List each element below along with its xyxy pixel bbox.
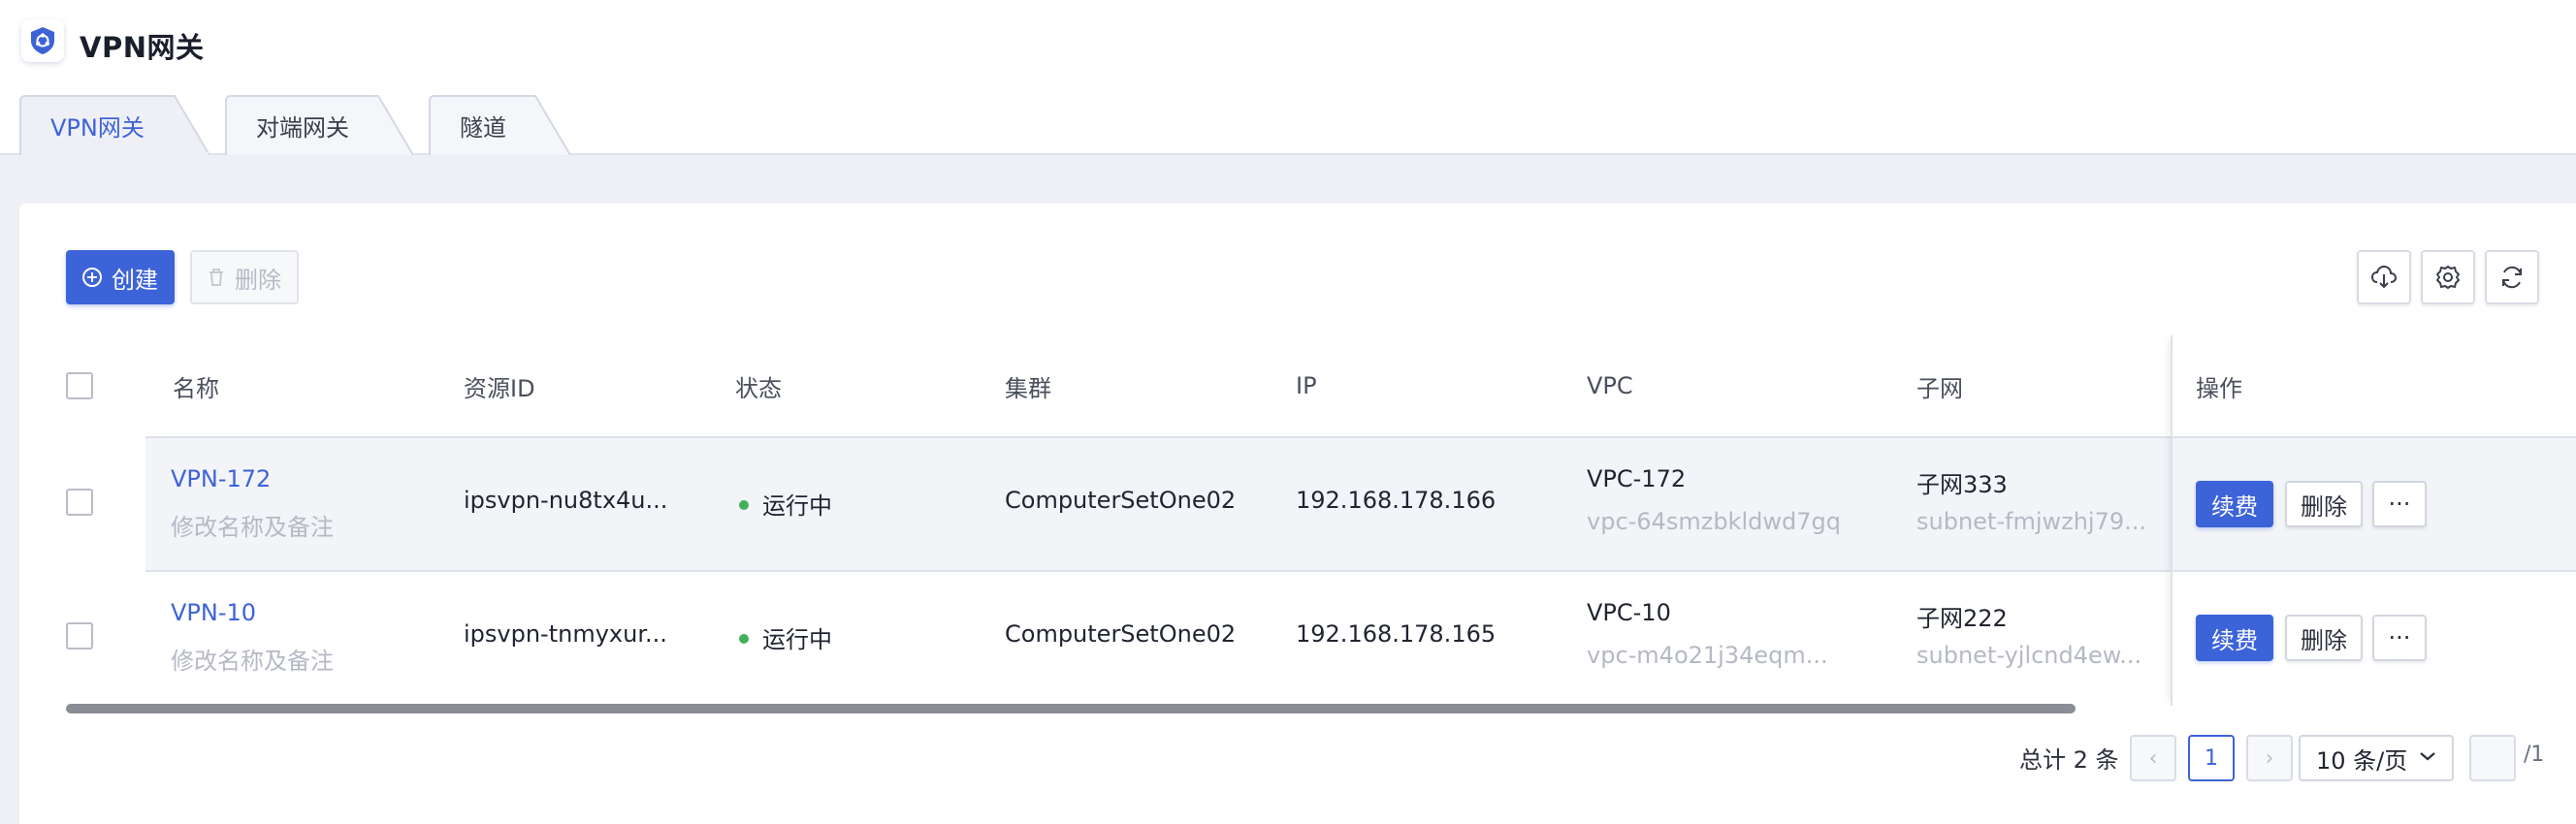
ip-address: 192.168.178.166	[1296, 487, 1497, 514]
vpc-name: VPC-10	[1587, 599, 1671, 626]
vpn-shield-logo-icon	[21, 19, 64, 62]
next-page-button[interactable]: ›	[2246, 735, 2293, 781]
column-header-ip: IP	[1296, 372, 1317, 399]
plus-circle-icon	[82, 268, 102, 287]
subnet-id: subnet-fmjwzhj79...	[1916, 508, 2147, 535]
create-button-label: 创建	[112, 266, 158, 294]
gear-icon	[2436, 266, 2460, 289]
edit-name-remark-link[interactable]: 修改名称及备注	[171, 508, 334, 542]
cloud-download-icon	[2370, 265, 2398, 289]
subnet-name: 子网333	[1916, 471, 2008, 498]
chevron-down-icon	[2420, 752, 2435, 761]
delete-button-disabled[interactable]: 删除	[190, 250, 299, 304]
vpc-name: VPC-172	[1587, 465, 1687, 492]
page-size-select[interactable]: 10 条/页	[2299, 735, 2454, 781]
page-size-value: 10 条/页	[2316, 746, 2408, 775]
subnet-name: 子网222	[1916, 605, 2008, 632]
page-title: VPN网关	[80, 31, 205, 64]
column-header-subnet: 子网	[1916, 374, 1963, 402]
refresh-button[interactable]	[2485, 250, 2539, 304]
actions-column: 续费 删除 ··· 续费 删除 ···	[2171, 335, 2576, 706]
refresh-icon	[2502, 266, 2522, 289]
horizontal-scrollbar[interactable]	[66, 704, 2076, 713]
resource-id: ipsvpn-nu8tx4u...	[464, 487, 668, 514]
gateway-name-link[interactable]: VPN-172	[171, 465, 271, 492]
column-header-status: 状态	[735, 374, 782, 402]
edit-name-remark-link[interactable]: 修改名称及备注	[171, 642, 334, 676]
delete-button-label: 删除	[235, 266, 281, 294]
tab-label: 对端网关	[256, 113, 349, 142]
vpc-id: vpc-m4o21j34eqm...	[1587, 642, 1828, 669]
delete-row-button[interactable]: 删除	[2285, 481, 2363, 527]
top-bar: VPN网关 VPN网关 对端网关 隧道	[0, 0, 2576, 155]
status-text: 运行中	[762, 492, 832, 520]
tab-label: VPN网关	[50, 113, 145, 142]
tab-tunnel[interactable]: 隧道	[429, 95, 574, 155]
content-card: 创建 删除 名称 资源ID 状态 集群 IP VPC 子网 操作 VPN-172…	[19, 204, 2576, 824]
trash-icon	[209, 269, 223, 286]
status-text: 运行中	[762, 626, 832, 653]
renew-button[interactable]: 续费	[2196, 481, 2273, 527]
more-actions-button[interactable]: ···	[2372, 615, 2427, 661]
download-button[interactable]	[2357, 250, 2411, 304]
status-badge: 运行中	[739, 620, 832, 654]
tab-peer-gateway[interactable]: 对端网关	[225, 95, 415, 155]
column-header-resource-id: 资源ID	[464, 374, 535, 402]
column-header-vpc: VPC	[1587, 372, 1633, 399]
column-header-name: 名称	[173, 374, 219, 402]
total-count: 总计 2 条	[2019, 746, 2119, 774]
settings-button[interactable]	[2421, 250, 2475, 304]
subnet-id: subnet-yjlcnd4ew...	[1916, 642, 2142, 669]
cluster-name: ComputerSetOne02	[1005, 487, 1237, 514]
tab-vpn-gateway[interactable]: VPN网关	[19, 95, 211, 155]
status-badge: 运行中	[739, 487, 832, 521]
vpc-id: vpc-64smzbkldwd7gq	[1587, 508, 1841, 535]
ip-address: 192.168.178.165	[1296, 620, 1497, 648]
tab-label: 隧道	[460, 113, 506, 142]
total-pages: /1	[2524, 743, 2545, 767]
delete-row-button[interactable]: 删除	[2285, 615, 2363, 661]
select-all-checkbox[interactable]	[66, 372, 93, 399]
gateway-name-link[interactable]: VPN-10	[171, 599, 256, 626]
row-checkbox[interactable]	[66, 489, 93, 516]
cluster-name: ComputerSetOne02	[1005, 620, 1237, 648]
tab-bar: VPN网关 对端网关 隧道	[19, 95, 590, 155]
more-actions-button[interactable]: ···	[2372, 481, 2427, 527]
column-header-cluster: 集群	[1005, 374, 1051, 402]
page-number-button[interactable]: 1	[2188, 735, 2235, 781]
prev-page-button[interactable]: ‹	[2130, 735, 2176, 781]
renew-button[interactable]: 续费	[2196, 615, 2273, 661]
status-dot-icon	[739, 634, 749, 644]
row-checkbox[interactable]	[66, 622, 93, 650]
page-jump-input[interactable]	[2469, 735, 2516, 781]
status-dot-icon	[739, 500, 749, 510]
create-button[interactable]: 创建	[66, 250, 175, 304]
resource-id: ipsvpn-tnmyxur...	[464, 620, 667, 648]
